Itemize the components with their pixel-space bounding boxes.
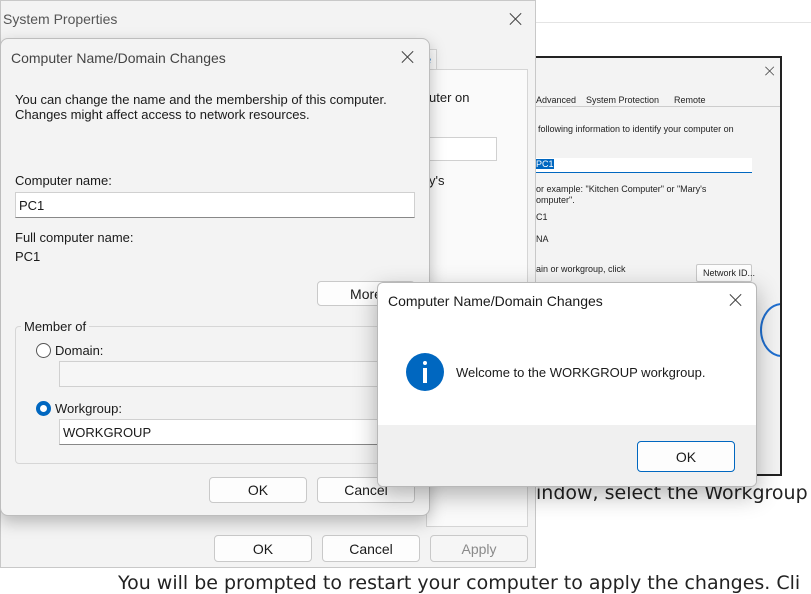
highlight-circle <box>760 303 780 357</box>
dialog-title: Computer Name/Domain Changes <box>11 50 226 66</box>
ok-button[interactable]: OK <box>209 477 307 503</box>
close-icon[interactable] <box>399 48 417 66</box>
embedded-text: ain or workgroup, click <box>536 264 626 274</box>
embedded-text: or example: "Kitchen Computer" or "Mary'… <box>536 184 707 194</box>
ok-button[interactable]: OK <box>214 535 312 562</box>
partial-text: uter on <box>429 90 470 105</box>
domain-label: Domain: <box>55 343 104 358</box>
window-title: System Properties <box>3 11 118 27</box>
tab-system-protection: System Protection <box>586 95 660 105</box>
close-icon <box>763 64 777 78</box>
embedded-text: omputer". <box>536 195 575 205</box>
dialog-footer: OK <box>378 425 756 486</box>
workgroup-label: Workgroup: <box>55 401 122 416</box>
tab-strip: Advanced System Protection Remote <box>532 92 780 107</box>
document-divider <box>536 22 811 23</box>
workgroup-radio[interactable] <box>36 401 51 416</box>
embedded-network-id-button: Network ID... <box>696 264 755 282</box>
cancel-button[interactable]: Cancel <box>322 535 420 562</box>
partial-text: y's <box>429 173 445 188</box>
embedded-name-field: PC1 <box>536 158 752 173</box>
dialog-title: Computer Name/Domain Changes <box>388 293 603 309</box>
full-name-value: PC1 <box>15 249 41 264</box>
domain-radio[interactable] <box>36 343 51 358</box>
computer-name-label: Computer name: <box>15 173 112 188</box>
embedded-text: NA <box>536 234 549 244</box>
full-name-label: Full computer name: <box>15 230 134 245</box>
member-of-label: Member of <box>21 319 90 334</box>
dialog-description: You can change the name and the membersh… <box>15 92 387 122</box>
welcome-dialog: Computer Name/Domain Changes Welcome to … <box>377 282 757 487</box>
ok-button[interactable]: OK <box>637 441 735 472</box>
close-icon[interactable] <box>507 10 525 28</box>
computer-name-dialog: Computer Name/Domain Changes You can cha… <box>0 38 430 516</box>
domain-input[interactable] <box>59 361 389 387</box>
info-icon <box>406 353 444 391</box>
apply-button[interactable]: Apply <box>430 535 528 562</box>
document-text-line: You will be prompted to restart your com… <box>118 572 801 594</box>
embedded-text: C1 <box>536 212 548 222</box>
partial-field <box>429 137 497 161</box>
welcome-message: Welcome to the WORKGROUP workgroup. <box>456 365 706 380</box>
tab-remote: Remote <box>674 95 706 105</box>
computer-name-input[interactable]: PC1 <box>15 192 415 218</box>
tab-advanced: Advanced <box>536 95 577 105</box>
workgroup-input[interactable]: WORKGROUP <box>59 419 389 445</box>
close-icon[interactable] <box>727 291 745 309</box>
embedded-text: following information to identify your c… <box>538 124 734 134</box>
